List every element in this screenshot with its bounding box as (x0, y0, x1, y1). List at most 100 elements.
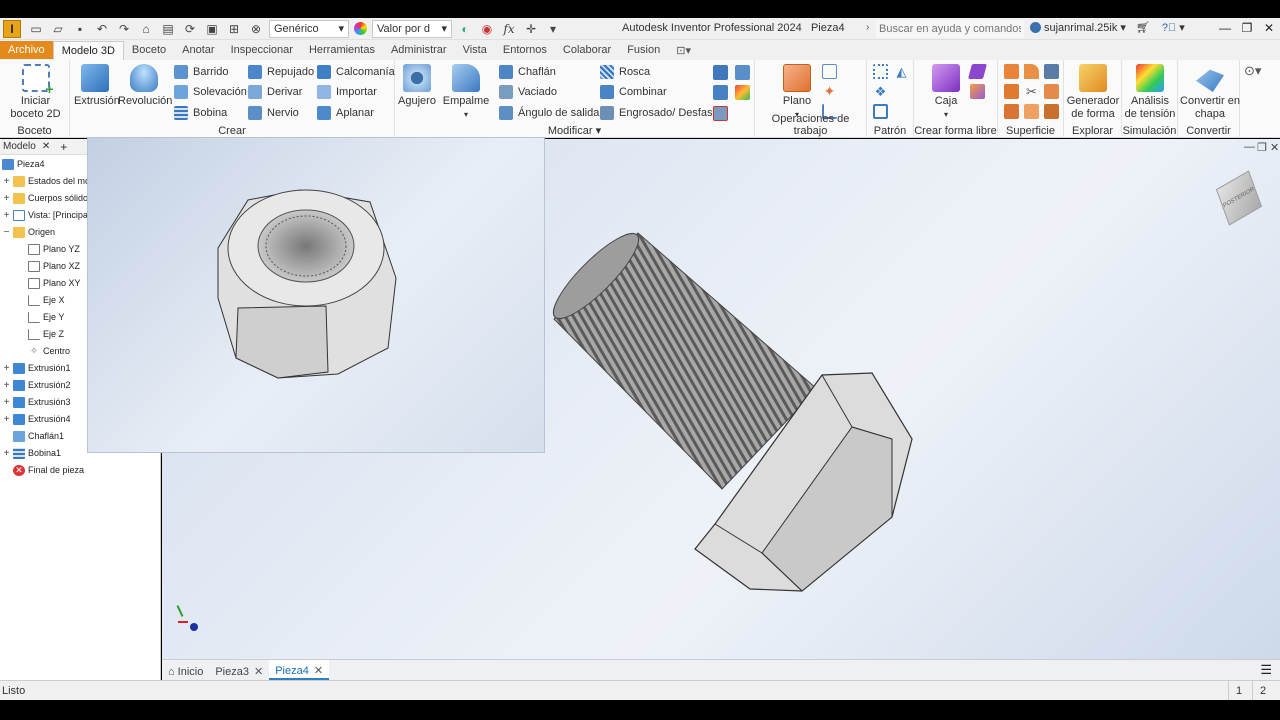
repujado-button[interactable]: Repujado (248, 65, 314, 79)
tree-item[interactable]: + Extrusión1 (2, 361, 71, 375)
viewport-minimize-icon[interactable]: — (1244, 141, 1255, 153)
tab-inspeccionar[interactable]: Inspeccionar (223, 41, 301, 60)
tab-fusion[interactable]: Fusion (619, 41, 668, 60)
doc-tab-inicio[interactable]: ⌂ Inicio (162, 660, 209, 680)
tab-herramientas[interactable]: Herramientas (301, 41, 383, 60)
tree-item[interactable]: ✕ Final de pieza (2, 463, 84, 477)
revolucion-button[interactable]: Revolución (118, 64, 172, 108)
user-menu[interactable]: sujanrimal.25ik ▾ 🛒︎ ?⃝ ▾ (1030, 21, 1185, 34)
chaflan-button[interactable]: Chaflán (499, 65, 556, 79)
appearance-dropdown[interactable]: Valor por d ▾ (372, 19, 452, 38)
fx-parameters-icon[interactable]: fx (501, 21, 517, 37)
tree-item[interactable]: + Extrusión2 (2, 378, 71, 392)
tab-menu-icon[interactable]: ☰ (1260, 662, 1272, 678)
aplanar-button[interactable]: Aplanar (317, 106, 374, 120)
tab-entornos[interactable]: Entornos (495, 41, 555, 60)
solevacion-button[interactable]: Solevación (174, 85, 247, 99)
sculpt-icon[interactable] (1044, 64, 1059, 79)
expand-icon[interactable]: + (2, 448, 11, 459)
delete-face-icon[interactable] (713, 106, 728, 121)
edit-form-icon[interactable] (967, 64, 988, 79)
tab-administrar[interactable]: Administrar (383, 41, 455, 60)
browser-root[interactable]: Pieza4 (2, 157, 45, 171)
panel-label-modificar[interactable]: Modificar ▾ (395, 124, 754, 137)
material-dropdown[interactable]: Genérico ▾ (269, 19, 349, 38)
copy-object-icon[interactable] (713, 85, 728, 100)
work-point-icon[interactable]: ✦ (822, 84, 837, 99)
tab-anotar[interactable]: Anotar (174, 41, 222, 60)
doc-tab-pieza3[interactable]: Pieza3 ✕ (209, 660, 269, 680)
circular-pattern-icon[interactable]: ❖ (873, 84, 888, 99)
help-search-input[interactable] (876, 20, 1024, 38)
derivar-button[interactable]: Derivar (248, 85, 302, 99)
expand-icon[interactable]: + (2, 363, 11, 374)
close-icon[interactable]: ✕ (42, 141, 50, 152)
restore-icon[interactable]: ❐ (1236, 18, 1258, 38)
viewport-close-icon[interactable]: ✕ (1270, 141, 1279, 154)
customize-icon[interactable]: ▾ (545, 21, 561, 37)
update-icon[interactable]: ⟳ (182, 21, 198, 37)
calcomania-button[interactable]: Calcomanía (317, 65, 395, 79)
tree-item[interactable]: Eje Z (28, 327, 64, 341)
stitch-icon[interactable] (1024, 64, 1039, 79)
inventor-logo[interactable]: I (3, 19, 21, 38)
clear-appearance-icon[interactable]: ◉ (479, 21, 495, 37)
expand-icon[interactable]: + (2, 397, 11, 408)
tree-item[interactable]: Plano XZ (28, 259, 80, 273)
measure-icon[interactable]: ⊞ (226, 21, 242, 37)
importar-button[interactable]: Importar (317, 85, 377, 99)
minimize-icon[interactable]: — (1214, 18, 1236, 38)
combinar-button[interactable]: Combinar (600, 85, 667, 99)
print-icon[interactable]: ▤ (160, 21, 176, 37)
browser-tab-modelo[interactable]: Modelo (3, 141, 36, 152)
vaciado-button[interactable]: Vaciado (499, 85, 557, 99)
bobina-button[interactable]: Bobina (174, 106, 227, 120)
expand-icon[interactable]: + (2, 193, 11, 204)
tree-item[interactable]: Eje X (28, 293, 65, 307)
redo-icon[interactable]: ↷ (116, 21, 132, 37)
tree-item[interactable]: Chaflán1 (2, 429, 64, 443)
mirror-icon[interactable]: ◭ (894, 64, 909, 79)
tree-item[interactable]: + Estados del mo (2, 174, 90, 188)
viewport-restore-icon[interactable]: ❐ (1257, 141, 1267, 154)
empalme-button[interactable]: Empalme ▾ (441, 64, 491, 121)
undo-icon[interactable]: ↶ (94, 21, 110, 37)
collapse-icon[interactable]: − (2, 227, 11, 238)
extend-icon[interactable] (1044, 84, 1059, 99)
expand-icon[interactable]: + (2, 380, 11, 391)
rosca-button[interactable]: Rosca (600, 65, 650, 79)
new-file-icon[interactable]: ▭ (28, 21, 44, 37)
ribbon-more-icon[interactable]: ⊙▾ (1244, 63, 1261, 79)
home-icon[interactable]: ⌂ (138, 21, 154, 37)
expand-icon[interactable]: + (2, 210, 11, 221)
thicken-surface-icon[interactable] (1004, 64, 1019, 79)
tree-item[interactable]: ✧ Centro (28, 344, 70, 358)
barrido-button[interactable]: Barrido (174, 65, 228, 79)
repair-bodies-icon[interactable] (1024, 104, 1039, 119)
tree-item[interactable]: + Vista: [Principa (2, 208, 88, 222)
split-icon[interactable] (713, 65, 728, 80)
tree-item[interactable]: Plano XY (28, 276, 81, 290)
select-icon[interactable]: ▣ (204, 21, 220, 37)
direct-edit-icon[interactable] (735, 85, 750, 100)
tab-vista[interactable]: Vista (455, 41, 495, 60)
tab-colaborar[interactable]: Colaborar (555, 41, 619, 60)
expand-icon[interactable]: + (2, 414, 11, 425)
convertir-chapa-button[interactable]: Convertir en chapa (1180, 64, 1240, 121)
open-folder-icon[interactable]: ▱ (50, 21, 66, 37)
agujero-button[interactable]: Agujero (397, 64, 437, 108)
add-icon[interactable]: ✛ (523, 21, 539, 37)
tree-item[interactable]: + Extrusión3 (2, 395, 71, 409)
patch-icon[interactable] (1004, 84, 1019, 99)
rectangular-pattern-icon[interactable] (873, 64, 888, 79)
tab-boceto[interactable]: Boceto (124, 41, 174, 60)
appearance-adjust-icon[interactable]: ◐ (457, 21, 473, 37)
close-icon[interactable]: ✕ (1258, 18, 1280, 38)
add-tab-icon[interactable]: + (60, 140, 67, 154)
work-axis-icon[interactable] (822, 64, 837, 79)
convert-freeform-icon[interactable] (970, 84, 985, 99)
analisis-tension-button[interactable]: Análisis de tensión (1124, 64, 1176, 121)
close-icon[interactable]: ✕ (254, 665, 263, 678)
tree-item[interactable]: + Bobina1 (2, 446, 61, 460)
tree-item[interactable]: + Extrusión4 (2, 412, 71, 426)
